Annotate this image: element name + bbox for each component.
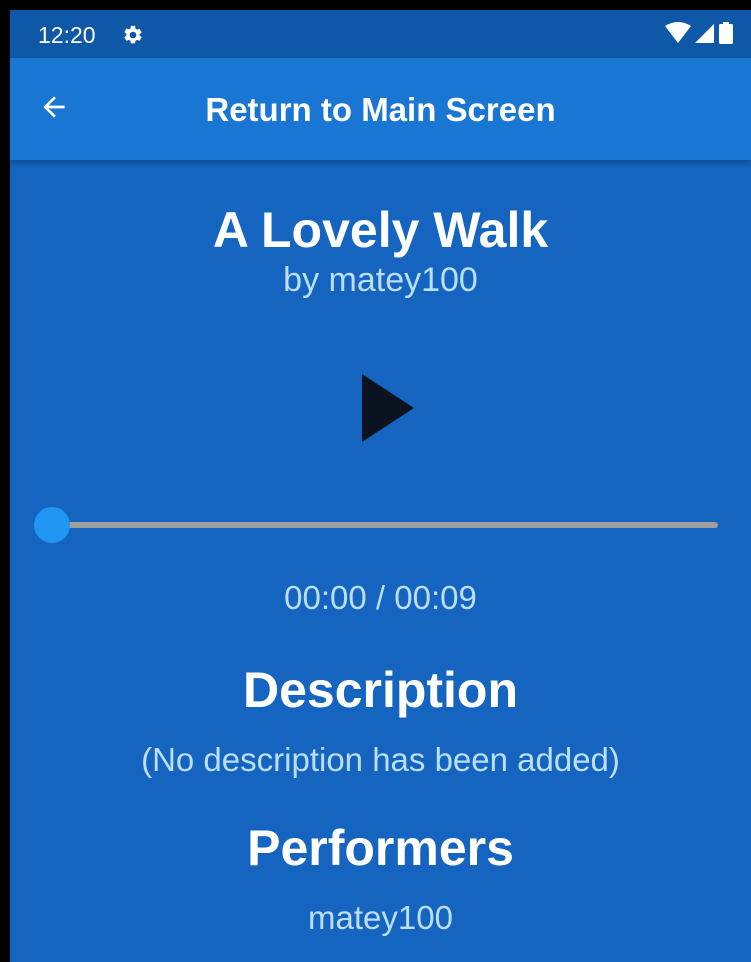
time-readout: 00:00 / 00:09: [284, 579, 477, 616]
app-bar: Return to Main Screen: [10, 58, 751, 160]
play-button[interactable]: [348, 370, 428, 450]
status-icons: [665, 21, 733, 49]
wifi-icon: [665, 21, 691, 49]
device-screen: 12:20 Return to Main Screen A Lovely Wal…: [10, 10, 751, 962]
progress-slider[interactable]: [34, 507, 718, 543]
description-heading: Description: [242, 662, 519, 718]
status-bar: 12:20: [10, 10, 751, 58]
cellular-signal-icon: [695, 22, 715, 49]
play-icon: [360, 373, 416, 447]
track-title: A Lovely Walk: [212, 202, 549, 258]
slider-thumb[interactable]: [34, 507, 70, 543]
status-time: 12:20: [38, 22, 96, 48]
gear-icon: [122, 24, 144, 46]
arrow-left-icon: [38, 91, 70, 128]
description-text: (No description has been added): [141, 741, 620, 778]
app-bar-title: Return to Main Screen: [205, 91, 556, 128]
track-author: by matey100: [283, 261, 478, 299]
performers-heading: Performers: [247, 820, 514, 876]
track-details: A Lovely Walk by matey100 00:00 / 00:09 …: [10, 160, 751, 962]
back-button[interactable]: [30, 85, 78, 133]
slider-track: [52, 522, 718, 528]
performer-name: matey100: [308, 899, 453, 936]
battery-icon: [719, 21, 733, 49]
